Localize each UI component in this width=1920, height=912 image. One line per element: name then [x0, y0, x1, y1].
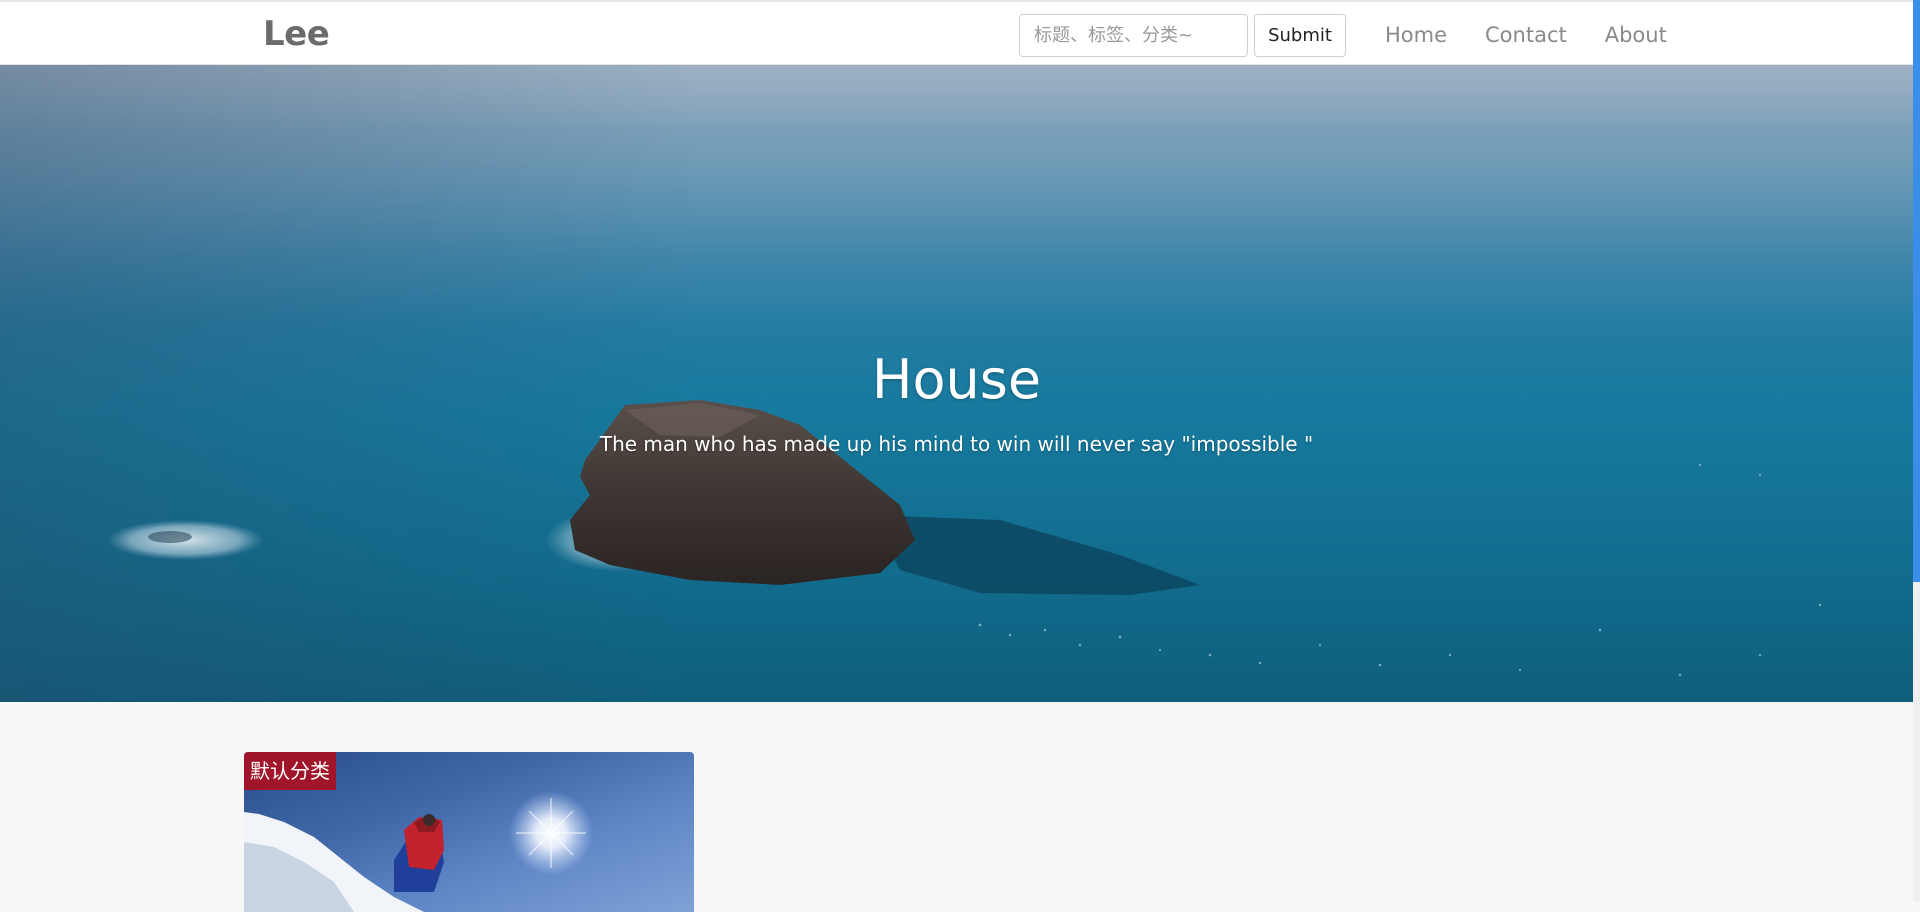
post-list: 默认分类 [0, 702, 1913, 912]
hero-banner: House The man who has made up his mind t… [0, 65, 1913, 702]
rock-shadow [870, 515, 1200, 595]
category-badge[interactable]: 默认分类 [244, 752, 336, 790]
search-input[interactable] [1019, 14, 1248, 57]
nav-link-contact[interactable]: Contact [1466, 23, 1586, 47]
nav-link-about[interactable]: About [1586, 23, 1686, 47]
navbar: Lee Submit Home Contact About [0, 0, 1913, 65]
hero-subtitle: The man who has made up his mind to win … [599, 432, 1314, 456]
post-card[interactable]: 默认分类 [244, 752, 694, 912]
brand-logo[interactable]: Lee [263, 14, 330, 54]
hero-title: House [871, 348, 1042, 411]
climber-figure [394, 814, 444, 892]
scrollbar-track[interactable] [1913, 0, 1920, 901]
scrollbar-thumb[interactable] [1913, 0, 1920, 582]
nav-link-home[interactable]: Home [1366, 23, 1466, 47]
submit-button[interactable]: Submit [1254, 14, 1346, 57]
nav-links: Home Contact About [1366, 2, 1686, 67]
rock [570, 400, 915, 585]
foam-patch-dark [148, 531, 192, 543]
